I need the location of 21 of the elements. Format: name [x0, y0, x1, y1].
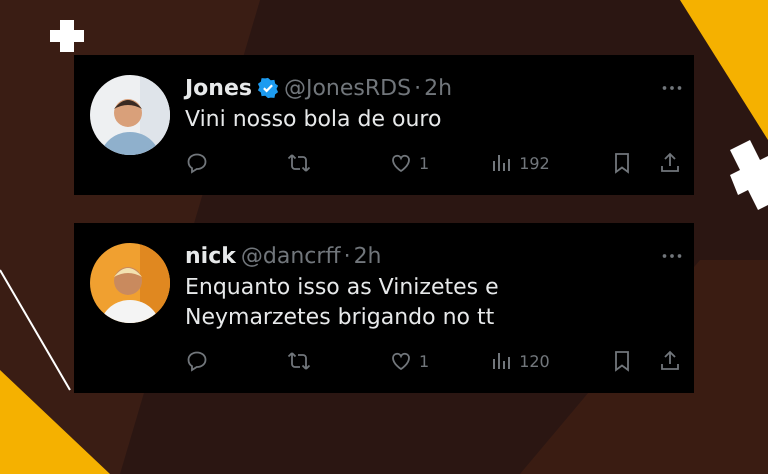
view-count: 120: [519, 352, 550, 370]
user-handle[interactable]: @dancrff: [240, 244, 341, 268]
timestamp[interactable]: 2h: [424, 76, 452, 100]
plus-shape: [730, 140, 768, 210]
view-count: 192: [519, 154, 550, 172]
separator-dot: ·: [414, 76, 422, 100]
tweet-text: Vini nosso bola de ouro: [185, 106, 442, 134]
tweet-text: Neymarzetes brigando no tt: [185, 304, 496, 332]
tweet-text: Enquanto isso as Vinizetes e: [185, 274, 500, 302]
reply-icon[interactable]: [185, 349, 209, 373]
user-name[interactable]: Jones: [185, 76, 252, 100]
like-count: 1: [419, 154, 430, 172]
timestamp[interactable]: 2h: [354, 244, 382, 268]
separator-dot: ·: [344, 244, 351, 268]
like-count: 1: [419, 352, 430, 370]
reply-icon[interactable]: [185, 151, 209, 175]
more-icon[interactable]: [662, 253, 682, 259]
user-handle[interactable]: @JonesRDS: [284, 76, 412, 100]
more-icon[interactable]: [662, 85, 682, 91]
user-name[interactable]: nick: [185, 244, 236, 268]
plus-shape: [50, 20, 84, 52]
